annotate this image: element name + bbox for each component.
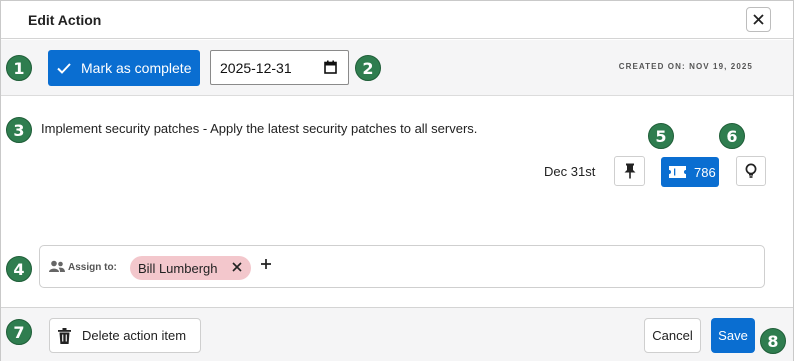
idea-button[interactable] — [736, 156, 766, 186]
people-icon — [49, 260, 65, 273]
add-assignee-icon[interactable] — [260, 258, 272, 270]
step-marker: 2 — [355, 55, 381, 81]
cancel-button[interactable]: Cancel — [644, 318, 701, 353]
dialog-header: Edit Action — [1, 1, 793, 39]
step-marker: 6 — [719, 123, 745, 149]
step-marker: 4 — [6, 256, 32, 282]
due-date-input[interactable]: 2025-12-31 — [210, 50, 349, 85]
close-button[interactable] — [746, 7, 771, 32]
due-date-label: Dec 31st — [544, 164, 596, 179]
delete-action-button[interactable]: Delete action item — [49, 318, 201, 353]
assign-label: Assign to: — [68, 262, 117, 273]
save-label: Save — [718, 328, 748, 343]
cancel-label: Cancel — [652, 328, 693, 343]
close-icon — [753, 14, 764, 25]
ticket-count: 786 — [694, 164, 716, 180]
remove-assignee-icon[interactable] — [231, 261, 243, 273]
dialog-footer: Delete action item Cancel Save — [1, 307, 793, 361]
calendar-icon[interactable] — [324, 60, 337, 77]
step-marker: 3 — [6, 117, 32, 143]
step-marker: 1 — [6, 55, 32, 81]
action-description: Implement security patches - Apply the l… — [41, 121, 478, 136]
assignee-chip: Bill Lumbergh — [130, 256, 251, 280]
step-marker: 7 — [6, 319, 32, 345]
assignee-name: Bill Lumbergh — [138, 260, 218, 276]
pin-button[interactable] — [614, 156, 645, 186]
created-on-text: CREATED ON: NOV 19, 2025 — [618, 62, 753, 71]
mark-complete-button[interactable]: Mark as complete — [48, 50, 200, 86]
pin-icon — [624, 163, 635, 179]
ticket-icon — [669, 166, 686, 178]
delete-action-label: Delete action item — [82, 328, 187, 343]
checkmark-icon — [57, 62, 71, 74]
tickets-button[interactable]: 786 — [661, 157, 719, 187]
assign-field[interactable]: Assign to: Bill Lumbergh — [39, 245, 765, 288]
trash-icon — [58, 327, 71, 344]
step-marker: 8 — [760, 328, 786, 354]
edit-action-dialog: Edit Action Mark as complete 2025-12-31 … — [0, 0, 794, 361]
mark-complete-label: Mark as complete — [81, 60, 192, 76]
step-marker: 5 — [648, 123, 674, 149]
due-date-value: 2025-12-31 — [220, 59, 292, 76]
action-toolbar: Mark as complete 2025-12-31 CREATED ON: … — [1, 40, 793, 96]
lightbulb-icon — [745, 163, 757, 178]
dialog-title: Edit Action — [28, 12, 102, 28]
save-button[interactable]: Save — [711, 318, 755, 353]
